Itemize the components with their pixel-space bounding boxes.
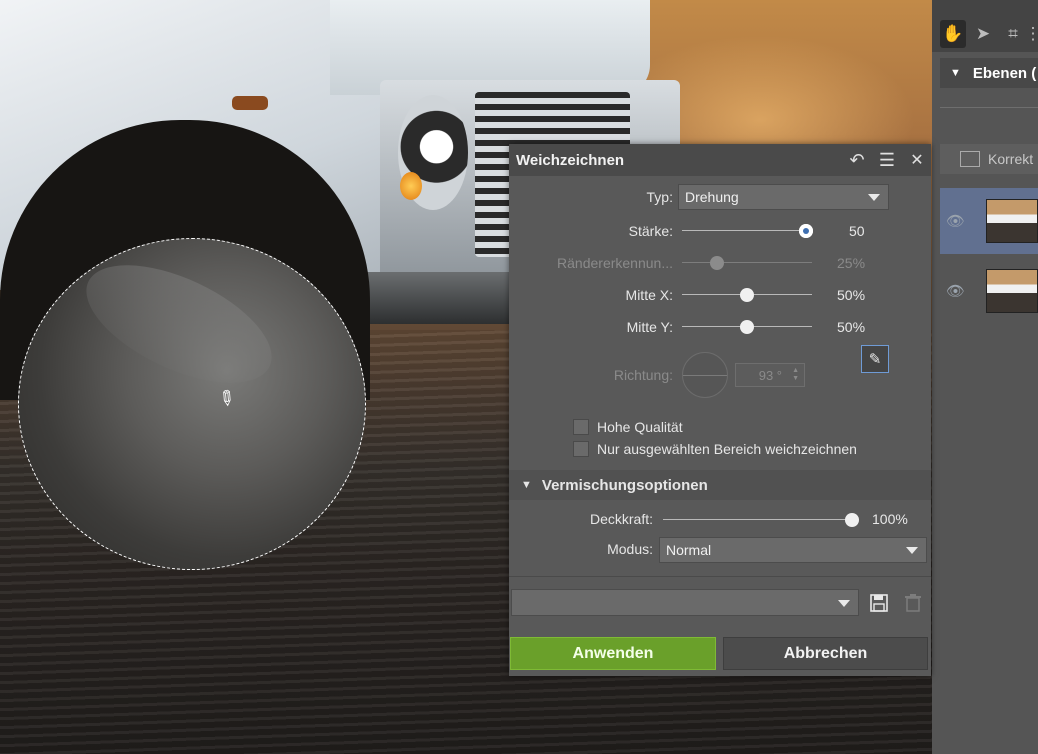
chevron-down-icon [906, 547, 918, 554]
hamburger-menu-icon[interactable]: ☰ [875, 148, 899, 172]
opacity-label: Deckkraft: [589, 511, 653, 527]
center-x-value: 50% [837, 287, 866, 303]
mode-dropdown[interactable]: Normal [659, 537, 927, 563]
layer-item[interactable]: 👁 [940, 258, 1038, 324]
chevron-down-icon [838, 600, 850, 607]
floppy-save-icon[interactable] [867, 591, 891, 615]
direction-spinbox: 93 ° ▲ ▼ [735, 363, 805, 387]
selected-area-checkbox[interactable]: Nur ausgewählten Bereich weichzeichnen [573, 441, 857, 457]
strength-slider-knob[interactable] [799, 224, 813, 238]
divider [940, 107, 1038, 108]
type-label: Typ: [646, 189, 673, 205]
high-quality-checkbox[interactable]: Hohe Qualität [573, 419, 683, 435]
car-side-marker [232, 96, 268, 110]
right-toolbar: ✋ ➤ ⌗ ⋮ [932, 0, 1038, 52]
type-dropdown[interactable]: Drehung [678, 184, 889, 210]
select-arrow-icon[interactable]: ➤ [970, 20, 996, 48]
eye-icon[interactable]: 👁 [946, 212, 986, 230]
center-y-value: 50% [837, 319, 866, 335]
center-x-slider[interactable] [682, 288, 812, 302]
crop-icon[interactable]: ⌗ [1000, 20, 1026, 48]
collapse-triangle-icon: ▼ [950, 67, 961, 79]
cancel-button[interactable]: Abbrechen [723, 637, 928, 670]
right-panel: ✋ ➤ ⌗ ⋮ ▼ Ebenen ( Korrekt 👁 👁 [932, 0, 1038, 754]
collapse-triangle-icon: ▼ [521, 479, 532, 491]
eyedropper-icon[interactable]: ✎ [861, 345, 889, 373]
center-y-slider[interactable] [682, 320, 812, 334]
divider [509, 576, 931, 577]
selected-area-label: Nur ausgewählten Bereich weichzeichnen [597, 441, 857, 457]
apply-button[interactable]: Anwenden [510, 637, 716, 670]
edge-detection-label: Rändererkennun... [557, 255, 673, 271]
tool-more-icon[interactable]: ⋮ [1028, 20, 1038, 48]
spin-arrows-icon: ▲ ▼ [792, 367, 799, 382]
direction-label: Richtung: [613, 367, 673, 383]
trash-icon [901, 591, 925, 615]
blend-options-title: Vermischungsoptionen [541, 476, 708, 494]
hand-tool-icon[interactable]: ✋ [940, 20, 966, 48]
blend-options-header[interactable]: ▼ Vermischungsoptionen [509, 470, 931, 500]
layer-thumbnail [986, 269, 1038, 313]
mode-label: Modus: [607, 541, 653, 557]
car-indicator [400, 172, 422, 200]
adjustments-icon [960, 151, 980, 167]
strength-value: 50 [849, 223, 865, 239]
opacity-slider-knob[interactable] [845, 513, 859, 527]
corrections-label: Korrekt [988, 151, 1034, 167]
edge-detection-slider-knob [710, 256, 724, 270]
chevron-down-icon [868, 194, 880, 201]
layers-title: Ebenen ( [972, 64, 1037, 82]
dialog-title: Weichzeichnen [516, 151, 625, 169]
direction-dial [682, 352, 728, 398]
opacity-value: 100% [872, 511, 908, 527]
mode-value: Normal [666, 542, 712, 558]
type-value: Drehung [685, 189, 739, 205]
checkbox-box[interactable] [573, 419, 589, 435]
eye-icon[interactable]: 👁 [946, 282, 986, 300]
center-y-slider-knob[interactable] [740, 320, 754, 334]
corrections-button[interactable]: Korrekt [940, 144, 1038, 174]
undo-icon[interactable]: ↶ [845, 148, 869, 172]
checkbox-box[interactable] [573, 441, 589, 457]
layer-thumbnail [986, 199, 1038, 243]
layer-item[interactable]: 👁 [940, 188, 1038, 254]
preset-dropdown[interactable] [511, 589, 859, 616]
blur-dialog: Weichzeichnen ↶ ☰ ✕ Typ: Drehung Stärke:… [509, 144, 931, 676]
center-x-label: Mitte X: [625, 287, 673, 303]
edge-detection-value: 25% [837, 255, 866, 271]
circular-selection[interactable] [18, 238, 366, 570]
opacity-slider[interactable] [663, 513, 859, 527]
center-y-label: Mitte Y: [626, 319, 673, 335]
center-x-slider-knob[interactable] [740, 288, 754, 302]
layers-panel-header[interactable]: ▼ Ebenen ( [940, 58, 1038, 88]
direction-value: 93 ° [758, 367, 782, 383]
strength-slider[interactable] [682, 224, 813, 238]
strength-label: Stärke: [628, 223, 673, 239]
high-quality-label: Hohe Qualität [597, 419, 683, 435]
dialog-titlebar[interactable]: Weichzeichnen ↶ ☰ ✕ [509, 144, 931, 176]
close-icon[interactable]: ✕ [905, 148, 929, 172]
edge-detection-slider [682, 256, 812, 270]
